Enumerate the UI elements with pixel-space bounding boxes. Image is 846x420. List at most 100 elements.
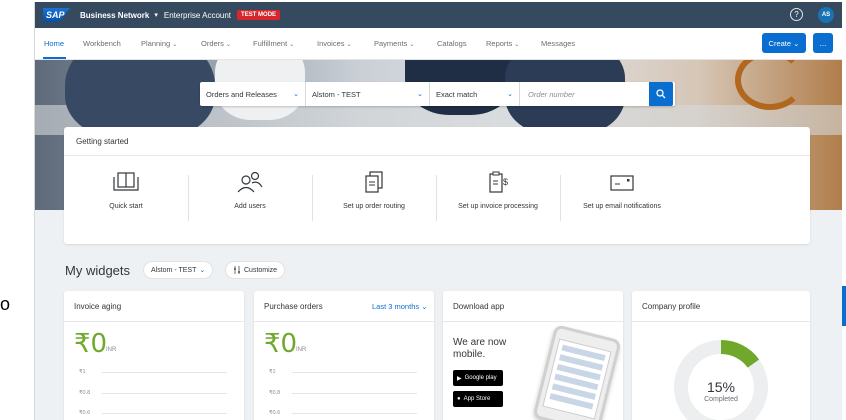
active-tab-indicator	[43, 57, 66, 59]
tile-invoice-processing[interactable]: $ Set up invoice processing	[436, 163, 560, 233]
document-stack-icon	[365, 171, 383, 193]
brand-dropdown-icon[interactable]: ▾	[154, 11, 158, 19]
nav-invoices[interactable]: Invoices ⌄	[317, 39, 352, 48]
test-mode-badge: TEST MODE	[237, 10, 281, 20]
nav-reports[interactable]: Reports ⌄	[486, 39, 519, 48]
nav-orders[interactable]: Orders ⌄	[201, 39, 231, 48]
gridline	[102, 372, 227, 373]
tile-label: Set up order routing	[343, 203, 405, 210]
order-search-bar: Orders and Releases ⌄ Alstom - TEST ⌄ Exac…	[200, 82, 675, 106]
purchase-orders-amount: ₹0	[264, 329, 298, 359]
email-icon	[610, 175, 634, 191]
chevron-down-icon: ⌄	[172, 42, 178, 48]
gridline	[102, 413, 227, 414]
users-icon	[237, 171, 263, 193]
axis-tick: ₹0.8	[79, 390, 91, 396]
completion-label: Completed	[704, 396, 738, 403]
account-select[interactable]: Alstom - TEST ⌄	[306, 82, 430, 106]
tile-quick-start[interactable]: Quick start	[64, 163, 188, 233]
company-profile-widget[interactable]: Company profile 15% Completed	[632, 291, 810, 420]
chevron-down-icon: ⌄	[409, 42, 415, 48]
main-nav: Home Workbench Planning ⌄ Orders ⌄ Fulfill…	[35, 28, 842, 60]
invoice-amount: ₹0	[74, 329, 108, 359]
apple-icon: ●	[457, 396, 461, 402]
sliders-icon	[234, 266, 240, 274]
tile-label: Set up email notifications	[583, 203, 661, 210]
more-button[interactable]: ...	[813, 33, 833, 53]
purchase-orders-widget[interactable]: Purchase orders Last 3 months ⌄ ₹0 INR ₹…	[254, 291, 434, 420]
nav-fulfillment[interactable]: Fulfillment ⌄	[253, 39, 294, 48]
tile-order-routing[interactable]: Set up order routing	[312, 163, 436, 233]
chevron-down-icon: ⌄	[346, 42, 352, 48]
axis-tick: ₹0.8	[269, 390, 281, 396]
chevron-down-icon: ⌄	[293, 91, 299, 98]
tile-label: Add users	[234, 203, 266, 210]
tile-label: Quick start	[109, 203, 143, 210]
customize-button[interactable]: Customize	[225, 261, 286, 279]
book-icon	[113, 172, 139, 191]
document-type-select[interactable]: Orders and Releases ⌄	[200, 82, 306, 106]
chevron-down-icon: ⌄	[417, 91, 423, 98]
create-button[interactable]: Create ⌄	[762, 33, 806, 53]
play-icon: ▶	[457, 375, 462, 382]
help-icon[interactable]: ?	[790, 8, 803, 21]
divider	[632, 321, 810, 322]
getting-started-card: Getting started Quick start Add users Se…	[64, 127, 810, 244]
divider	[64, 321, 244, 322]
gridline	[292, 393, 417, 394]
divider	[254, 321, 434, 322]
search-button[interactable]	[649, 82, 673, 106]
tile-add-users[interactable]: Add users	[188, 163, 312, 233]
nav-catalogs[interactable]: Catalogs	[437, 39, 467, 48]
widgets-account-select[interactable]: Alstom - TEST ⌄	[143, 261, 214, 279]
phone-image	[532, 324, 622, 420]
widget-title: Download app	[453, 302, 505, 311]
widget-title: Invoice aging	[74, 302, 122, 311]
match-type-select[interactable]: Exact match ⌄	[430, 82, 520, 106]
tile-label: Set up invoice processing	[458, 203, 538, 210]
currency-label: INR	[296, 347, 307, 353]
chevron-down-icon: ⌄	[421, 302, 428, 311]
period-select[interactable]: Last 3 months ⌄	[372, 302, 428, 311]
gridline	[292, 413, 417, 414]
invoice-aging-widget[interactable]: Invoice aging ₹0 INR ₹1 ₹0.8 ₹0.6	[64, 291, 244, 420]
currency-label: INR	[106, 347, 117, 353]
banner-lamp-decoration	[735, 60, 805, 110]
chevron-down-icon: ⌄	[514, 42, 520, 48]
screen: o SAP Business Network ▾ Enterprise Acco…	[0, 0, 846, 420]
mobile-message: We are now mobile.	[453, 337, 507, 360]
nav-home[interactable]: Home	[44, 39, 64, 48]
chevron-down-icon: ⌄	[225, 42, 231, 48]
chevron-down-icon: ⌄	[289, 42, 295, 48]
sap-logo[interactable]: SAP	[43, 8, 70, 22]
chevron-down-icon: ⌄	[793, 38, 800, 48]
getting-started-title: Getting started	[76, 137, 129, 146]
brand-title[interactable]: Business Network	[80, 11, 149, 20]
svg-text:$: $	[503, 177, 508, 187]
app-window: SAP Business Network ▾ Enterprise Accoun…	[34, 2, 842, 420]
search-icon	[656, 89, 666, 99]
nav-payments[interactable]: Payments ⌄	[374, 39, 414, 48]
widget-title: Company profile	[642, 302, 701, 311]
gridline	[292, 372, 417, 373]
tile-email-notifications[interactable]: Set up email notifications	[560, 163, 684, 233]
shell-bar: SAP Business Network ▾ Enterprise Accoun…	[35, 2, 842, 28]
nav-messages[interactable]: Messages	[541, 39, 575, 48]
order-number-input[interactable]: Order number	[520, 90, 575, 99]
completion-percent: 15%	[706, 379, 736, 395]
chevron-down-icon: ⌄	[507, 91, 513, 98]
nav-planning[interactable]: Planning ⌄	[141, 39, 177, 48]
divider	[64, 155, 810, 156]
gridline	[102, 393, 227, 394]
invoice-dollar-icon: $	[489, 171, 508, 193]
user-avatar[interactable]: AS	[818, 7, 834, 23]
google-play-badge[interactable]: ▶ Google play	[453, 370, 503, 386]
widgets-title: My widgets	[65, 263, 131, 278]
app-store-badge[interactable]: ● App Store	[453, 391, 503, 407]
axis-tick: ₹0.6	[79, 410, 91, 416]
axis-tick: ₹0.6	[269, 410, 281, 416]
axis-tick: ₹1	[269, 369, 276, 375]
phone-screen	[542, 338, 612, 420]
widget-title: Purchase orders	[264, 302, 323, 311]
nav-workbench[interactable]: Workbench	[83, 39, 121, 48]
